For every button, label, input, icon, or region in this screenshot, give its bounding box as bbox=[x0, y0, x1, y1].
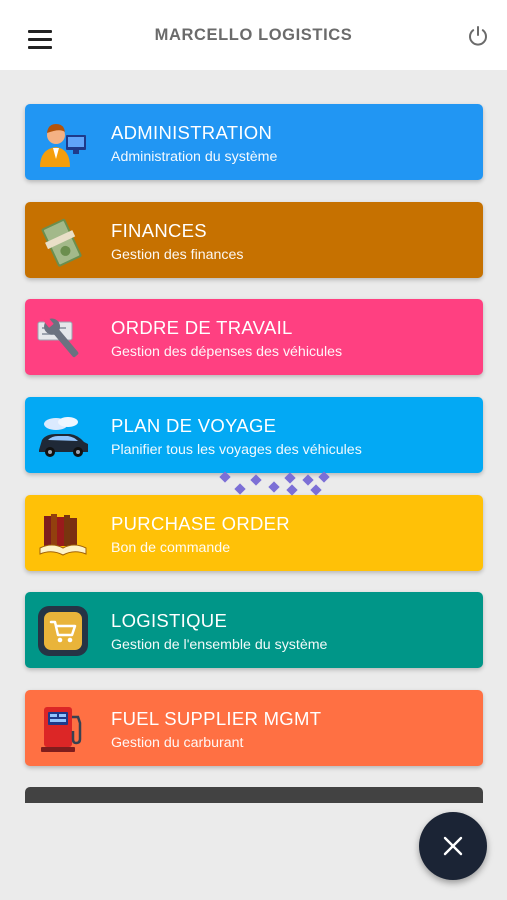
books-icon bbox=[36, 508, 90, 560]
module-card-ordre-de-travail[interactable]: ORDRE DE TRAVAIL Gestion des dépenses de… bbox=[25, 299, 483, 375]
module-card-partial[interactable] bbox=[25, 787, 483, 803]
top-app-bar: MARCELLO LOGISTICS bbox=[0, 0, 507, 70]
loading-spinner-icon bbox=[216, 468, 334, 500]
module-subtitle: Gestion des finances bbox=[111, 247, 244, 263]
money-icon bbox=[36, 215, 90, 267]
module-subtitle: Gestion du carburant bbox=[111, 735, 244, 751]
wrench-icon bbox=[36, 312, 90, 364]
module-title: ORDRE DE TRAVAIL bbox=[111, 317, 293, 338]
module-title: PURCHASE ORDER bbox=[111, 513, 290, 534]
car-icon bbox=[36, 410, 90, 462]
module-title: FUEL SUPPLIER MGMT bbox=[111, 708, 322, 729]
module-card-finances[interactable]: FINANCES Gestion des finances bbox=[25, 202, 483, 278]
power-icon[interactable] bbox=[466, 24, 490, 48]
administrator-icon bbox=[36, 117, 90, 169]
module-card-plan-de-voyage[interactable]: PLAN DE VOYAGE Planifier tous les voyage… bbox=[25, 397, 483, 473]
close-icon bbox=[443, 836, 463, 856]
close-fab-button[interactable] bbox=[419, 812, 487, 880]
module-subtitle: Gestion de l'ensemble du système bbox=[111, 637, 328, 653]
module-card-logistique[interactable]: LOGISTIQUE Gestion de l'ensemble du syst… bbox=[25, 592, 483, 668]
module-card-purchase-order[interactable]: PURCHASE ORDER Bon de commande bbox=[25, 495, 483, 571]
module-title: ADMINISTRATION bbox=[111, 122, 273, 143]
module-card-fuel-supplier-mgmt[interactable]: FUEL SUPPLIER MGMT Gestion du carburant bbox=[25, 690, 483, 766]
shopping-cart-icon bbox=[36, 605, 90, 657]
module-subtitle: Planifier tous les voyages des véhicules bbox=[111, 442, 362, 458]
module-subtitle: Bon de commande bbox=[111, 540, 231, 556]
module-card-administration[interactable]: ADMINISTRATION Administration du système bbox=[25, 104, 483, 180]
module-title: PLAN DE VOYAGE bbox=[111, 415, 277, 436]
fuel-pump-icon bbox=[36, 703, 90, 755]
module-title: LOGISTIQUE bbox=[111, 610, 228, 631]
app-title: MARCELLO LOGISTICS bbox=[154, 26, 353, 44]
module-subtitle: Administration du système bbox=[111, 149, 278, 165]
module-title: FINANCES bbox=[111, 220, 207, 241]
module-subtitle: Gestion des dépenses des véhicules bbox=[111, 344, 343, 360]
